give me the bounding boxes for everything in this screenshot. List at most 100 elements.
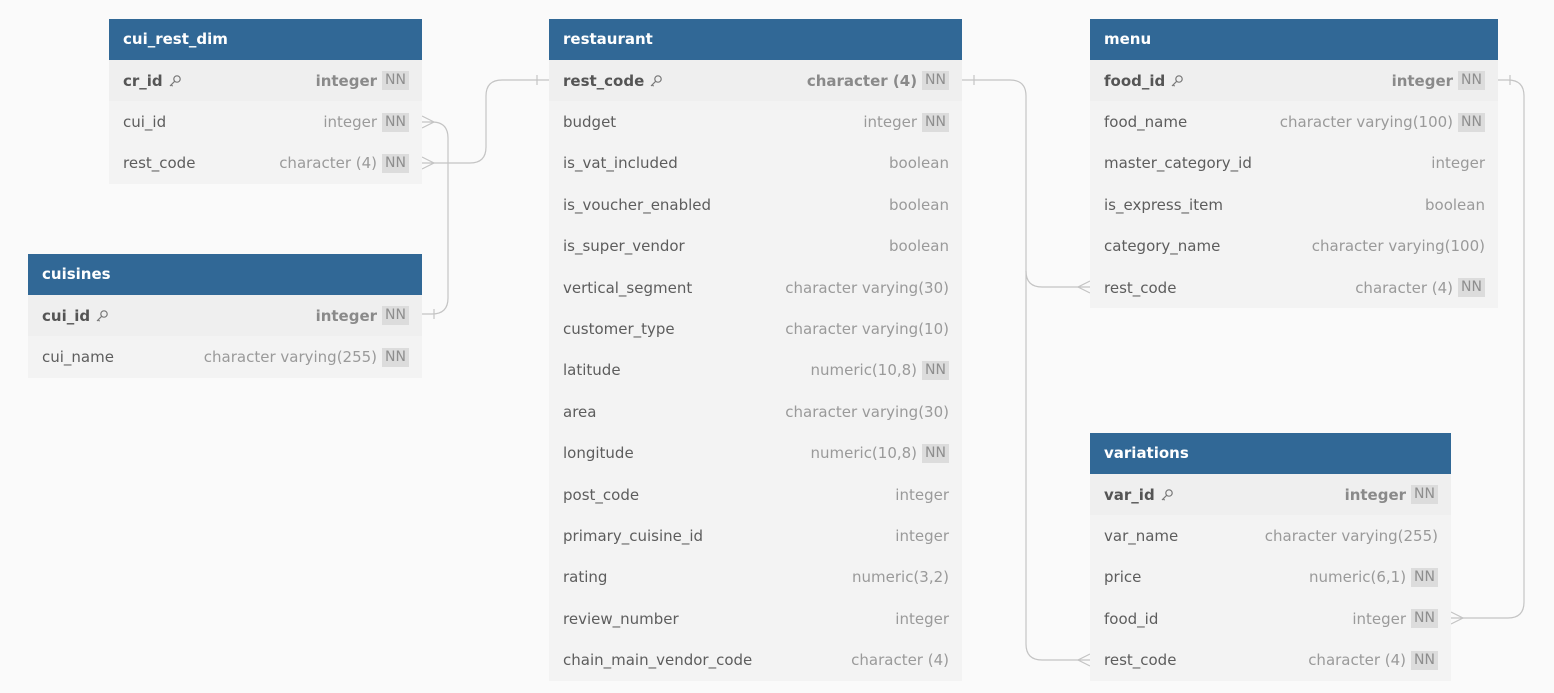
column-row-budget[interactable]: budget integer NN <box>549 101 962 142</box>
column-type-text: integer <box>863 113 918 132</box>
crowfoot-variations-food-id <box>1450 611 1465 625</box>
table-header-cui-rest-dim[interactable]: cui_rest_dim <box>109 19 422 60</box>
column-row-var-id[interactable]: var_id integer NN <box>1090 474 1451 516</box>
table-cui-rest-dim[interactable]: cui_rest_dim cr_id integer NN cui_id integer N… <box>109 19 422 185</box>
column-name-text: vertical_segment <box>563 278 693 297</box>
column-name-text: is_voucher_enabled <box>563 195 712 214</box>
column-row-is-vat-included[interactable]: is_vat_included boolean <box>549 143 962 184</box>
column-row-vertical-segment[interactable]: vertical_segment character varying(30) <box>549 267 962 308</box>
column-row-cui-id[interactable]: cui_id integer NN <box>109 101 422 142</box>
column-row-rating[interactable]: rating numeric(3,2) <box>549 557 962 598</box>
column-row-food-name[interactable]: food_name character varying(100) NN <box>1090 101 1498 142</box>
crowfoot-rest-code <box>421 156 436 170</box>
column-type-text: integer <box>895 526 949 545</box>
column-type-text: character (4) <box>279 154 378 173</box>
column-type: character varying(255) <box>1265 527 1438 545</box>
table-header-variations[interactable]: variations <box>1090 433 1451 474</box>
column-type: integer NN <box>1352 609 1438 629</box>
column-type: character varying(10) <box>785 320 949 338</box>
column-type: numeric(6,1) NN <box>1309 567 1438 587</box>
column-row-longitude[interactable]: longitude numeric(10,8) NN <box>549 433 962 474</box>
column-name: var_id <box>1104 486 1174 504</box>
column-type: integer NN <box>1391 71 1485 91</box>
column-row-var-name[interactable]: var_name character varying(255) <box>1090 515 1451 556</box>
not-null-badge: NN <box>922 112 949 132</box>
column-name: cr_id <box>123 72 182 90</box>
column-name: rest_code <box>563 72 663 90</box>
column-row-is-voucher-enabled[interactable]: is_voucher_enabled boolean <box>549 184 962 225</box>
crowfoot-menu-rest-code <box>1076 280 1091 294</box>
column-row-chain-main-vendor-code[interactable]: chain_main_vendor_code character (4) <box>549 639 962 680</box>
column-row-is-super-vendor[interactable]: is_super_vendor boolean <box>549 226 962 267</box>
column-name: rating <box>563 568 607 586</box>
column-name-text: cr_id <box>123 71 163 90</box>
not-null-badge: NN <box>922 443 949 463</box>
not-null-badge: NN <box>382 112 409 132</box>
column-row-rest-code[interactable]: rest_code character (4) NN <box>549 60 962 102</box>
column-name-text: review_number <box>563 609 679 628</box>
column-name: review_number <box>563 610 679 628</box>
not-null-badge: NN <box>1411 650 1438 670</box>
column-name-text: is_vat_included <box>563 154 678 173</box>
column-row-customer-type[interactable]: customer_type character varying(10) <box>549 308 962 349</box>
column-name-text: customer_type <box>563 320 675 339</box>
column-row-cr-id[interactable]: cr_id integer NN <box>109 60 422 102</box>
column-row-review-number[interactable]: review_number integer <box>549 598 962 639</box>
column-name-text: budget <box>563 113 617 132</box>
column-name-text: var_name <box>1104 527 1179 546</box>
column-type: character (4) <box>851 651 949 669</box>
table-header-cuisines[interactable]: cuisines <box>28 254 422 295</box>
table-cuisines[interactable]: cuisines cui_id integer NN cui_name character… <box>28 254 422 378</box>
column-name-text: rest_code <box>1104 278 1177 297</box>
relationship-cui-rest-dim-cuisines <box>422 121 449 315</box>
column-row-primary-cuisine-id[interactable]: primary_cuisine_id integer <box>549 515 962 556</box>
column-row-rest-code[interactable]: rest_code character (4) NN <box>1090 267 1498 308</box>
column-row-cui-name[interactable]: cui_name character varying(255) NN <box>28 336 422 377</box>
column-type: character varying(255) NN <box>204 347 409 367</box>
table-header-menu[interactable]: menu <box>1090 19 1498 60</box>
column-name: food_id <box>1104 610 1158 628</box>
column-row-latitude[interactable]: latitude numeric(10,8) NN <box>549 350 962 391</box>
table-restaurant[interactable]: restaurant rest_code character (4) NN budget… <box>549 19 962 681</box>
column-name: cui_id <box>123 113 166 131</box>
column-type-text: numeric(3,2) <box>852 568 949 587</box>
column-type: character (4) NN <box>279 153 409 173</box>
column-type-text: integer <box>1391 71 1454 90</box>
column-type-text: boolean <box>1425 195 1485 214</box>
column-row-rest-code[interactable]: rest_code character (4) NN <box>1090 640 1451 681</box>
column-row-is-express-item[interactable]: is_express_item boolean <box>1090 184 1498 225</box>
table-header-restaurant[interactable]: restaurant <box>549 19 962 60</box>
column-row-master-category-id[interactable]: master_category_id integer <box>1090 143 1498 184</box>
column-type: boolean <box>1425 196 1485 214</box>
column-type: character varying(100) <box>1312 237 1485 255</box>
column-name: primary_cuisine_id <box>563 527 703 545</box>
column-name: latitude <box>563 361 621 379</box>
column-row-category-name[interactable]: category_name character varying(100) <box>1090 226 1498 267</box>
column-name: longitude <box>563 444 634 462</box>
column-name-text: is_express_item <box>1104 195 1223 214</box>
column-type-text: integer <box>895 609 949 628</box>
column-type-text: boolean <box>889 154 949 173</box>
column-row-food-id[interactable]: food_id integer NN <box>1090 60 1498 102</box>
column-type-text: numeric(10,8) <box>810 444 918 463</box>
column-type-text: character varying(100) <box>1311 237 1485 256</box>
column-name: is_super_vendor <box>563 237 685 255</box>
column-name: rest_code <box>1104 279 1176 297</box>
table-variations[interactable]: variations var_id integer NN var_name charact… <box>1090 433 1451 681</box>
column-row-food-id[interactable]: food_id integer NN <box>1090 598 1451 639</box>
table-menu[interactable]: menu food_id integer NN food_name character v… <box>1090 19 1498 309</box>
column-name: cui_name <box>42 348 114 366</box>
column-name: rest_code <box>1104 651 1176 669</box>
column-name-text: longitude <box>563 444 634 463</box>
column-row-area[interactable]: area character varying(30) <box>549 391 962 432</box>
column-type-text: numeric(6,1) <box>1309 568 1407 587</box>
column-row-price[interactable]: price numeric(6,1) NN <box>1090 557 1451 598</box>
column-row-cui-id[interactable]: cui_id integer NN <box>28 295 422 337</box>
column-row-rest-code[interactable]: rest_code character (4) NN <box>109 143 422 184</box>
not-null-badge: NN <box>382 347 409 367</box>
column-type: character varying(30) <box>785 403 949 421</box>
column-type-text: integer <box>315 71 378 90</box>
column-name-text: cui_name <box>42 348 114 367</box>
column-row-post-code[interactable]: post_code integer <box>549 474 962 515</box>
column-name: vertical_segment <box>563 279 692 297</box>
